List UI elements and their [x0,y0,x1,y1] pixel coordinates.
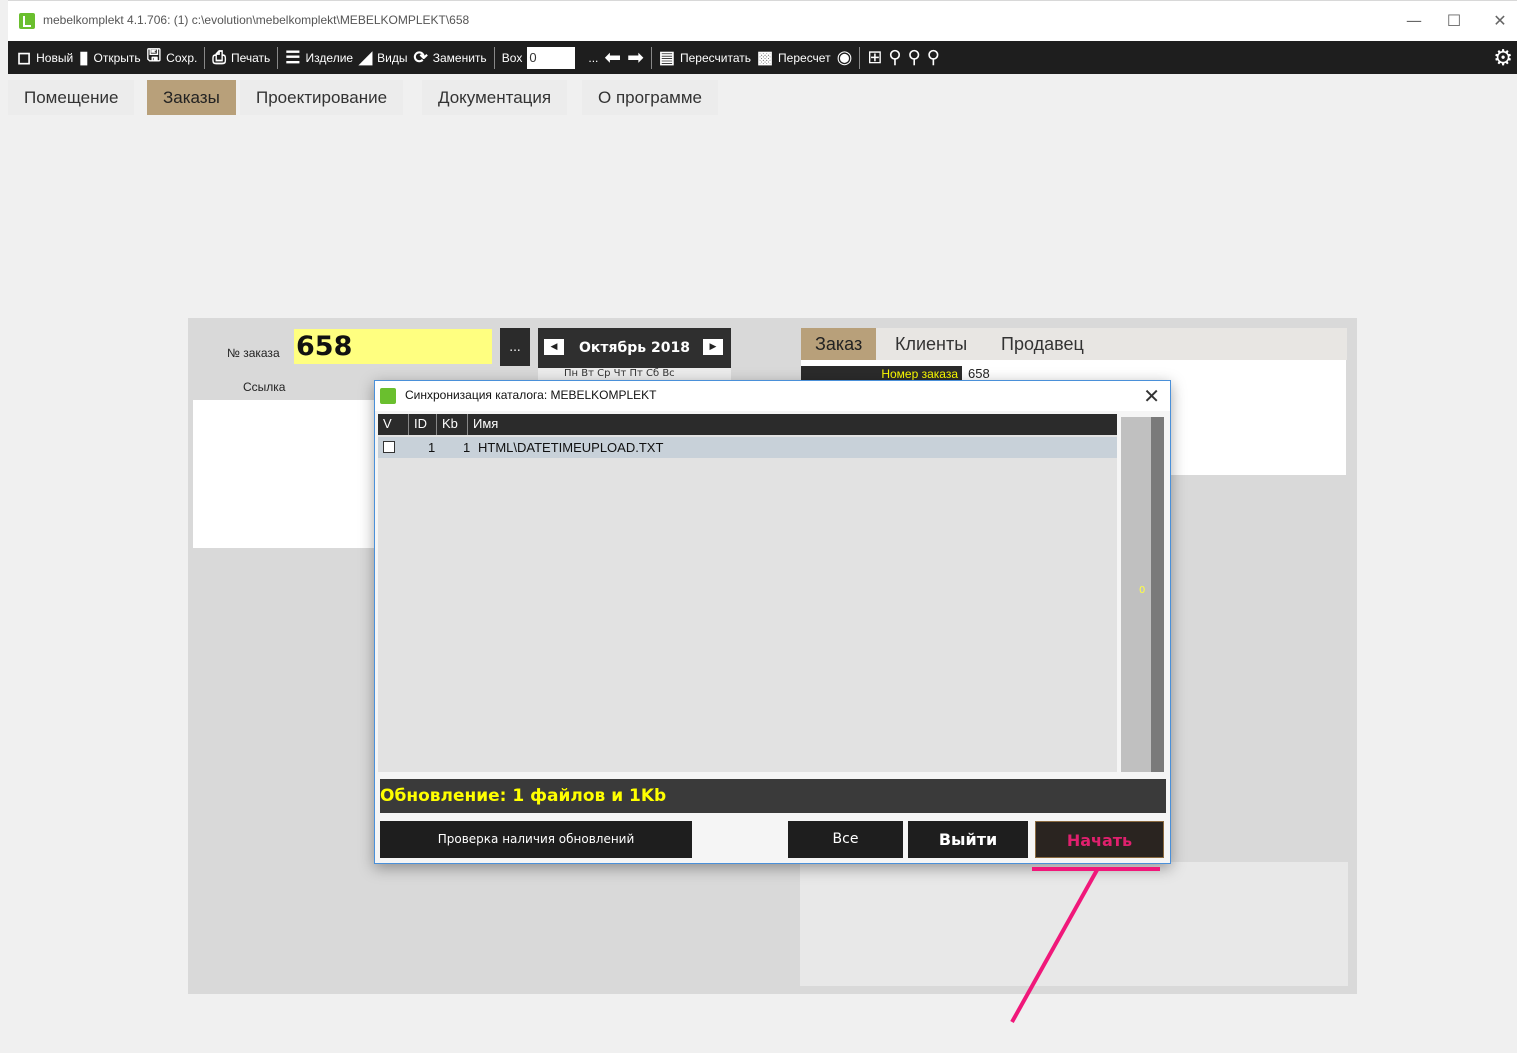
save-button[interactable]: 🖫 Сохр. [144,41,201,74]
column-kb[interactable]: Kb [442,416,458,431]
tab-order[interactable]: Заказ [801,328,877,360]
folder-icon: ▮ [79,47,89,67]
calendar-next-icon[interactable]: ▶ [703,339,723,355]
column-name[interactable]: Имя [473,416,498,431]
recount-label: Пересчет [778,50,831,65]
minimize-icon[interactable]: — [1399,9,1429,33]
row-checkbox[interactable] [383,441,395,453]
open-label: Открыть [93,50,141,65]
all-button[interactable]: Все [788,821,903,858]
new-label: Новый [36,50,74,65]
views-button[interactable]: ◢ Виды [356,41,410,74]
camera-icon[interactable]: ◉ [834,41,856,74]
open-button[interactable]: ▮ Открыть [76,41,144,74]
recalculate-button[interactable]: ▤ Пересчитать [656,41,754,74]
order-detail-tabs: Заказ Клиенты Продавец [801,328,1347,360]
arrow-left-icon[interactable]: ⬅ [601,41,624,74]
tab-documentation[interactable]: Документация [422,80,568,115]
box-ellipsis-button[interactable]: ... [585,41,601,74]
toolbar-separator [277,46,279,69]
link-field[interactable] [193,400,379,548]
column-separator [436,414,437,435]
progress-scrollbar[interactable]: 0 [1121,417,1164,772]
sync-dialog: Синхронизация каталога: MEBELKOMPLEKT ✕ … [374,380,1171,864]
row-kb: 1 [463,440,471,455]
tab-room[interactable]: Помещение [8,80,135,115]
print-label: Печать [230,50,271,65]
calendar-prev-icon[interactable]: ◀ [544,339,564,355]
progress-value: 0 [1139,585,1146,596]
save-icon: 🖫 [146,46,162,65]
order-number-row-value: 658 [968,366,990,381]
order-browse-button[interactable]: ... [500,328,530,366]
column-separator [408,414,409,435]
new-button[interactable]: ◻ Новый [14,41,76,74]
app-icon [380,388,396,404]
calculator-icon: ▤ [658,47,675,67]
list-icon: ☰ [285,47,301,67]
product-button[interactable]: ☰ Изделие [282,41,356,74]
exit-button[interactable]: Выйти [908,821,1028,858]
grid-header: V ID Kb Имя [378,414,1117,435]
toolbar-separator [859,46,861,69]
app-icon [19,13,35,29]
recount-icon: ▩ [756,47,774,67]
dialog-title: Синхронизация каталога: MEBELKOMPLEKT [405,388,657,402]
window-title: mebelkomplekt 4.1.706: (1) c:\evolution\… [43,13,470,27]
fit-view-icon[interactable]: ⊞ [864,41,885,74]
table-row[interactable]: 1 1 HTML\DATETIMEUPLOAD.TXT [378,437,1117,458]
print-button[interactable]: ⎙ Печать [209,41,273,74]
replace-label: Заменить [432,50,487,65]
recalculate-label: Пересчитать [679,50,751,65]
start-button[interactable]: Начать [1035,821,1164,858]
zoom-in-icon[interactable]: ⚲ [905,41,924,74]
refresh-icon: ⟳ [413,47,428,67]
views-icon: ◢ [359,47,373,67]
views-label: Виды [377,50,408,65]
scroll-thumb[interactable] [1151,417,1164,772]
row-name: HTML\DATETIMEUPLOAD.TXT [478,440,664,455]
check-updates-button[interactable]: Проверка наличия обновлений [380,821,692,858]
close-icon[interactable]: ✕ [1143,384,1160,408]
replace-button[interactable]: ⟳ Заменить [411,41,490,74]
link-label: Ссылка [243,380,286,394]
calendar-month: Октябрь 2018 [579,340,690,356]
zoom-out-icon[interactable]: ⚲ [924,41,943,74]
toolbar-separator [204,46,206,69]
new-file-icon: ◻ [17,47,32,67]
close-icon[interactable]: ✕ [1485,9,1515,33]
main-tabs: Помещение Заказы Проектирование Документ… [8,74,1517,115]
maximize-icon[interactable]: ☐ [1439,9,1469,33]
column-id[interactable]: ID [414,416,427,431]
tab-design[interactable]: Проектирование [240,80,404,115]
tab-seller[interactable]: Продавец [987,328,1098,360]
title-bar: mebelkomplekt 4.1.706: (1) c:\evolution\… [8,0,1517,41]
column-separator [467,414,468,435]
box-input[interactable]: 0 [527,46,576,69]
arrow-right-icon[interactable]: ➡ [624,41,647,74]
save-label: Сохр. [166,50,198,65]
calendar-header: ◀ Октябрь 2018 ▶ [538,328,731,368]
toolbar: ◻ Новый ▮ Открыть 🖫 Сохр. ⎙ Печать ☰ Изделие … [8,41,1517,74]
toolbar-separator [650,46,652,69]
order-number-label: № заказа [227,346,280,360]
order-number-field[interactable]: 658 [294,329,492,364]
gear-icon[interactable]: ⚙ [1493,46,1513,71]
row-id: 1 [428,440,436,455]
recount-button[interactable]: ▩ Пересчет [754,41,834,74]
file-grid: V ID Kb Имя 1 1 HTML\DATETIMEUPLOAD.TXT [378,414,1117,772]
toolbar-separator [493,46,495,69]
status-text: Обновление: 1 файлов и 1Kb [380,779,1166,813]
dialog-title-bar: Синхронизация каталога: MEBELKOMPLEKT ✕ [375,381,1170,411]
column-v[interactable]: V [383,416,392,431]
box-label: Box [501,50,523,65]
tab-orders[interactable]: Заказы [147,80,236,115]
product-label: Изделие [305,50,354,65]
annotation-arrow [1010,869,1099,1023]
printer-icon: ⎙ [212,47,226,67]
tab-about[interactable]: О программе [582,80,719,115]
tab-clients[interactable]: Клиенты [881,328,981,360]
zoom-icon[interactable]: ⚲ [885,41,904,74]
